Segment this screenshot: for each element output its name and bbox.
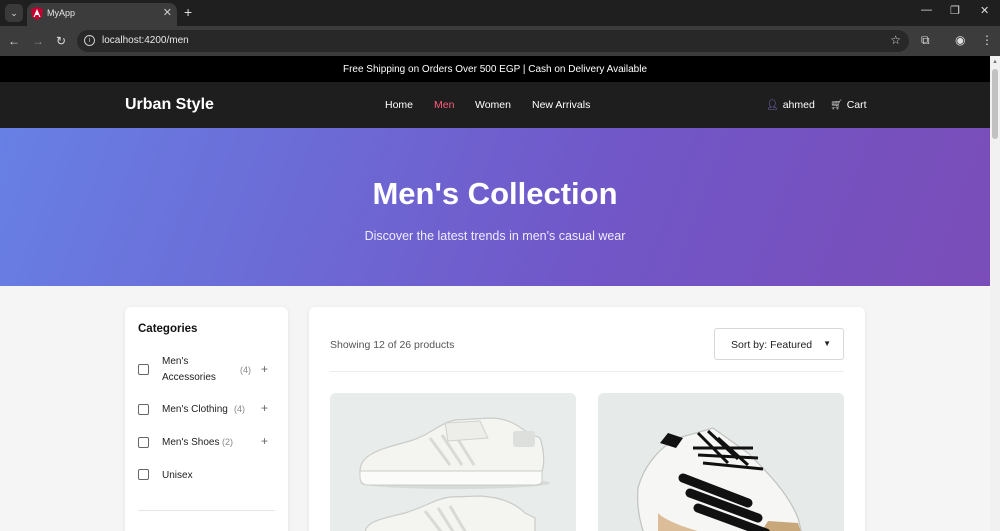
extensions-icon[interactable]: ⧉ bbox=[921, 33, 930, 48]
category-count: (4) bbox=[240, 365, 251, 375]
restore-icon[interactable]: ❐ bbox=[950, 4, 960, 17]
window-close-icon[interactable]: ✕ bbox=[980, 4, 989, 17]
site-info-icon[interactable]: i bbox=[84, 35, 95, 46]
scroll-up-arrow-icon[interactable]: ▲ bbox=[992, 59, 998, 65]
category-checkbox[interactable] bbox=[138, 364, 149, 375]
address-bar[interactable]: i localhost:4200/men ☆ bbox=[77, 30, 909, 52]
new-tab-icon[interactable]: + bbox=[184, 4, 192, 20]
product-listing-panel: Showing 12 of 26 products Sort by: Featu… bbox=[309, 307, 865, 531]
caret-down-icon: ▼ bbox=[823, 339, 831, 348]
url-text[interactable]: localhost:4200/men bbox=[102, 35, 189, 46]
product-image bbox=[598, 393, 844, 531]
page-viewport: Free Shipping on Orders Over 500 EGP | C… bbox=[0, 56, 990, 531]
cart-label: Cart bbox=[846, 99, 867, 111]
announcement-bar: Free Shipping on Orders Over 500 EGP | C… bbox=[0, 56, 990, 82]
cart-icon: 🛒︎ bbox=[830, 100, 843, 111]
results-count: Showing 12 of 26 products bbox=[330, 339, 455, 351]
product-card[interactable] bbox=[330, 393, 576, 531]
back-icon[interactable]: ← bbox=[8, 34, 20, 48]
nav-new-arrivals[interactable]: New Arrivals bbox=[532, 99, 590, 111]
chevron-down-icon: ⌄ bbox=[10, 7, 18, 18]
user-account-link[interactable]: 👤︎ ahmed bbox=[766, 99, 815, 111]
category-checkbox[interactable] bbox=[138, 437, 149, 448]
nav-men[interactable]: Men bbox=[434, 99, 454, 111]
nav-women[interactable]: Women bbox=[475, 99, 511, 111]
page-subtitle: Discover the latest trends in men's casu… bbox=[364, 229, 626, 243]
user-icon: 👤︎ bbox=[766, 100, 779, 111]
reload-icon[interactable]: ↻ bbox=[56, 34, 66, 48]
category-count: (2) bbox=[222, 437, 233, 447]
page-title: Men's Collection bbox=[372, 176, 618, 211]
tab-search-button[interactable]: ⌄ bbox=[5, 4, 23, 22]
profile-icon[interactable]: ◉ bbox=[955, 33, 965, 47]
user-name: ahmed bbox=[782, 99, 815, 111]
category-count: (4) bbox=[234, 404, 245, 414]
sort-selected-value: Sort by: Featured bbox=[731, 339, 813, 351]
bookmark-star-icon[interactable]: ☆ bbox=[890, 33, 901, 47]
scrollbar-thumb[interactable] bbox=[992, 69, 998, 139]
hero-banner: Men's Collection Discover the latest tre… bbox=[0, 128, 990, 286]
product-card[interactable] bbox=[598, 393, 844, 531]
sort-select[interactable]: Sort by: Featured ▼ bbox=[714, 328, 844, 360]
angular-logo-icon bbox=[31, 7, 43, 20]
nav-home[interactable]: Home bbox=[385, 99, 413, 111]
tab-close-icon[interactable]: ✕ bbox=[163, 6, 172, 19]
category-label[interactable]: Men's Shoes bbox=[162, 435, 220, 451]
site-header: Urban Style Home Men Women New Arrivals … bbox=[0, 82, 990, 128]
cart-link[interactable]: 🛒︎ Cart bbox=[830, 99, 867, 111]
category-label-line2: Accessories bbox=[162, 372, 216, 383]
category-label[interactable]: Men's Clothing bbox=[162, 402, 228, 418]
page-scrollbar[interactable]: ▲ bbox=[990, 56, 1000, 531]
forward-icon[interactable]: → bbox=[32, 34, 44, 48]
browser-tab-strip: ⌄ MyApp ✕ + — ❐ ✕ bbox=[0, 0, 1000, 26]
categories-heading: Categories bbox=[138, 323, 198, 335]
expand-plus-icon[interactable]: + bbox=[261, 434, 268, 448]
brand-logo[interactable]: Urban Style bbox=[125, 96, 214, 114]
tab-title: MyApp bbox=[47, 8, 76, 18]
expand-plus-icon[interactable]: + bbox=[261, 362, 268, 376]
browser-menu-icon[interactable]: ⋮ bbox=[981, 33, 993, 47]
expand-plus-icon[interactable]: + bbox=[261, 401, 268, 415]
browser-toolbar: ← → ↻ i localhost:4200/men ☆ bbox=[0, 26, 1000, 56]
category-label[interactable]: Unisex bbox=[162, 468, 193, 484]
sidebar-divider bbox=[138, 510, 275, 511]
category-checkbox[interactable] bbox=[138, 404, 149, 415]
listing-divider bbox=[330, 371, 844, 372]
product-image bbox=[330, 393, 576, 531]
category-checkbox[interactable] bbox=[138, 469, 149, 480]
category-filter-panel: Categories Men's Accessories (4) + Men's… bbox=[125, 307, 288, 531]
browser-tab[interactable]: MyApp ✕ bbox=[27, 3, 177, 26]
minimize-icon[interactable]: — bbox=[921, 4, 932, 16]
category-label-line1: Men's bbox=[162, 356, 189, 367]
category-label[interactable]: Men's Accessories bbox=[162, 354, 216, 386]
